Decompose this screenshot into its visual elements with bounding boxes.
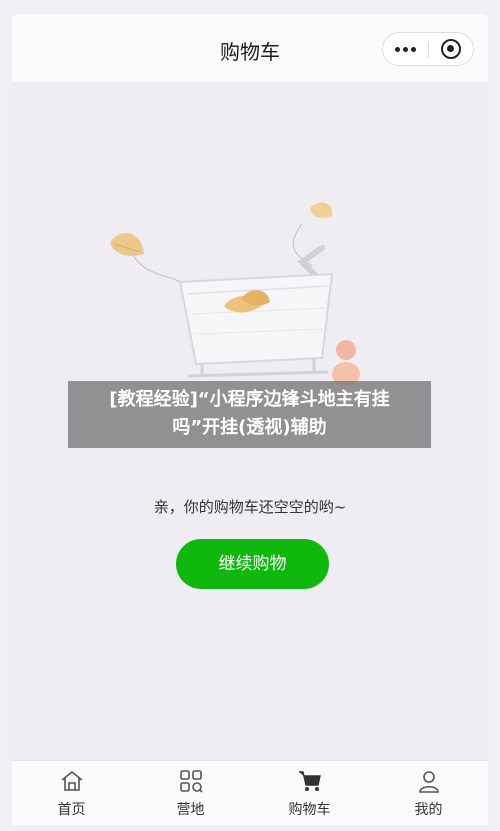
tab-home-label: 首页 [57, 802, 86, 818]
leaf-top-right-icon [310, 202, 333, 218]
empty-cart-message: 亲，你的购物车还空空的哟~ [153, 498, 347, 516]
overlay-line-2: 吗”开挂(透视)辅助 [172, 417, 327, 438]
empty-shopping-cart-illustration [110, 202, 360, 386]
tab-home[interactable]: 首页 [12, 761, 131, 825]
mini-program-capsule [382, 32, 474, 66]
navbar: 购物车 [12, 14, 488, 82]
tab-camp[interactable]: 营地 [131, 761, 250, 825]
tab-camp-label: 营地 [176, 802, 205, 818]
watermark-overlay: [教程经验]“小程序边锋斗地主有挂 吗”开挂(透视)辅助 [68, 381, 431, 448]
continue-shopping-button[interactable]: 继续购物 [176, 539, 329, 589]
more-dots-icon[interactable] [395, 42, 419, 56]
target-close-icon[interactable] [441, 39, 461, 59]
cart-icon [299, 771, 321, 791]
leaf-left-icon [110, 232, 144, 256]
shopping-cart-icon [178, 245, 334, 378]
tab-cart[interactable]: 购物车 [250, 761, 369, 825]
tab-mine[interactable]: 我的 [369, 761, 488, 825]
grid-icon [180, 770, 203, 793]
tab-cart-label: 购物车 [288, 802, 331, 818]
figure-character-icon [332, 340, 360, 386]
capsule-divider [428, 42, 429, 58]
user-icon [419, 771, 439, 793]
tab-mine-label: 我的 [414, 802, 443, 818]
home-icon [61, 770, 83, 791]
overlay-line-1: [教程经验]“小程序边锋斗地主有挂 [109, 389, 390, 410]
tab-bar: 首页 营地 购物车 我的 [12, 760, 488, 825]
